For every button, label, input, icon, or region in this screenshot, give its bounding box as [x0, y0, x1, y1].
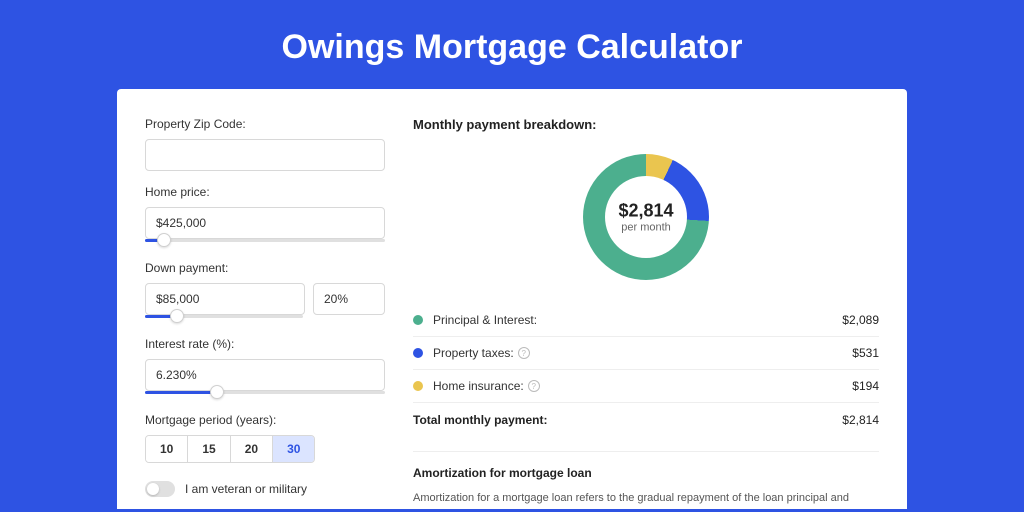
- price-slider[interactable]: [145, 237, 385, 247]
- rate-slider[interactable]: [145, 389, 385, 399]
- period-field: Mortgage period (years): 10 15 20 30: [145, 413, 385, 463]
- rate-label: Interest rate (%):: [145, 337, 385, 351]
- veteran-toggle[interactable]: [145, 481, 175, 497]
- zip-field: Property Zip Code:: [145, 117, 385, 171]
- period-pills: 10 15 20 30: [145, 435, 315, 463]
- rate-field: Interest rate (%):: [145, 337, 385, 399]
- period-15[interactable]: 15: [188, 436, 230, 462]
- rate-input[interactable]: [145, 359, 385, 391]
- row-principal: Principal & Interest: $2,089: [413, 304, 879, 337]
- breakdown-title: Monthly payment breakdown:: [413, 117, 879, 132]
- dot-icon: [413, 348, 423, 358]
- veteran-label: I am veteran or military: [185, 482, 307, 496]
- donut-sub: per month: [618, 222, 673, 234]
- period-20[interactable]: 20: [231, 436, 273, 462]
- period-10[interactable]: 10: [146, 436, 188, 462]
- calculator-card: Property Zip Code: Home price: Down paym…: [117, 89, 907, 509]
- amortization-section: Amortization for mortgage loan Amortizat…: [413, 451, 879, 509]
- help-icon[interactable]: ?: [518, 347, 530, 359]
- row-insurance: Home insurance:? $194: [413, 370, 879, 403]
- down-amount-input[interactable]: [145, 283, 305, 315]
- row-value: $2,089: [842, 313, 879, 327]
- period-label: Mortgage period (years):: [145, 413, 385, 427]
- donut-chart: $2,814 per month: [413, 142, 879, 292]
- row-total: Total monthly payment: $2,814: [413, 402, 879, 445]
- veteran-row: I am veteran or military: [145, 481, 385, 497]
- page-title: Owings Mortgage Calculator: [0, 0, 1024, 89]
- total-value: $2,814: [842, 413, 879, 427]
- down-label: Down payment:: [145, 261, 385, 275]
- row-label: Home insurance:?: [433, 379, 852, 393]
- price-label: Home price:: [145, 185, 385, 199]
- zip-input[interactable]: [145, 139, 385, 171]
- breakdown-panel: Monthly payment breakdown: $2,814 per mo…: [413, 117, 879, 509]
- help-icon[interactable]: ?: [528, 380, 540, 392]
- down-field: Down payment:: [145, 261, 385, 323]
- down-percent-input[interactable]: [313, 283, 385, 315]
- price-field: Home price:: [145, 185, 385, 247]
- row-value: $194: [852, 379, 879, 393]
- donut-amount: $2,814: [618, 201, 673, 222]
- amort-title: Amortization for mortgage loan: [413, 466, 879, 480]
- form-panel: Property Zip Code: Home price: Down paym…: [145, 117, 385, 509]
- zip-label: Property Zip Code:: [145, 117, 385, 131]
- row-taxes: Property taxes:? $531: [413, 337, 879, 370]
- dot-icon: [413, 381, 423, 391]
- row-label: Principal & Interest:: [433, 313, 842, 327]
- down-slider[interactable]: [145, 313, 303, 323]
- price-input[interactable]: [145, 207, 385, 239]
- period-30[interactable]: 30: [273, 436, 314, 462]
- amort-text: Amortization for a mortgage loan refers …: [413, 490, 879, 509]
- row-value: $531: [852, 346, 879, 360]
- total-label: Total monthly payment:: [413, 413, 842, 427]
- dot-icon: [413, 315, 423, 325]
- row-label: Property taxes:?: [433, 346, 852, 360]
